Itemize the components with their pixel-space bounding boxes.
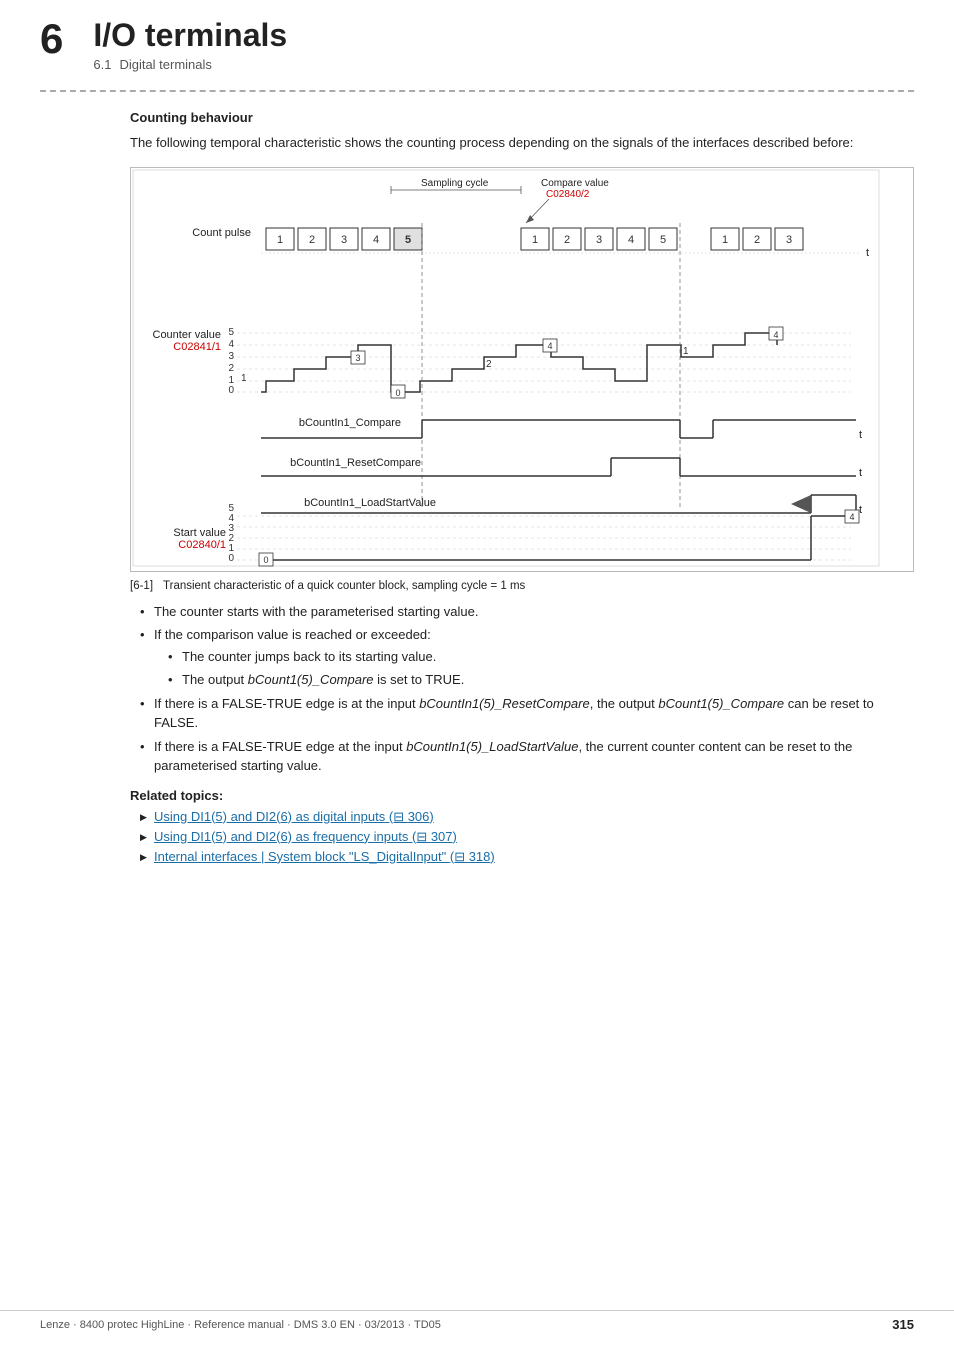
footer-text: Lenze · 8400 protec HighLine · Reference… — [40, 1319, 441, 1331]
chapter-subtitle: 6.1 Digital terminals — [93, 57, 287, 72]
diagram-caption: [6-1] Transient characteristic of a quic… — [130, 580, 914, 592]
svg-text:3: 3 — [228, 351, 234, 362]
page-container: 6 I/O terminals 6.1 Digital terminals Cou… — [0, 0, 954, 1350]
svg-text:4: 4 — [773, 330, 778, 340]
footer-page: 315 — [892, 1317, 914, 1332]
svg-text:5: 5 — [660, 234, 666, 246]
page-ref-2: (⊟ 307) — [412, 829, 457, 844]
svg-text:2: 2 — [486, 359, 492, 370]
header: 6 I/O terminals 6.1 Digital terminals — [0, 0, 954, 72]
svg-text:t: t — [866, 247, 869, 259]
svg-text:2: 2 — [754, 234, 760, 246]
svg-text:1: 1 — [532, 234, 538, 246]
related-item-1[interactable]: Using DI1(5) and DI2(6) as digital input… — [140, 809, 914, 825]
svg-text:2: 2 — [564, 234, 570, 246]
svg-text:C02840/1: C02840/1 — [178, 539, 226, 551]
svg-text:Count pulse: Count pulse — [192, 227, 251, 239]
svg-text:3: 3 — [786, 234, 792, 246]
svg-text:1: 1 — [228, 375, 234, 386]
svg-text:1: 1 — [228, 543, 234, 554]
svg-text:0: 0 — [228, 385, 234, 396]
footer: Lenze · 8400 protec HighLine · Reference… — [0, 1310, 954, 1332]
page-ref-1: (⊟ 306) — [389, 809, 434, 824]
svg-text:5: 5 — [405, 234, 411, 246]
related-link-3[interactable]: Internal interfaces | System block "LS_D… — [154, 849, 495, 864]
chapter-number: 6 — [40, 18, 63, 60]
svg-text:3: 3 — [596, 234, 602, 246]
caption-ref: [6-1] — [130, 580, 153, 592]
related-link-1[interactable]: Using DI1(5) and DI2(6) as digital input… — [154, 809, 434, 824]
svg-text:4: 4 — [849, 512, 854, 522]
related-link-2[interactable]: Using DI1(5) and DI2(6) as frequency inp… — [154, 829, 457, 844]
svg-text:C02841/1: C02841/1 — [173, 341, 221, 353]
svg-text:1: 1 — [241, 373, 247, 384]
chapter-titles: I/O terminals 6.1 Digital terminals — [93, 18, 287, 72]
svg-text:4: 4 — [628, 234, 634, 246]
svg-text:0: 0 — [263, 555, 268, 565]
svg-text:Start value: Start value — [173, 527, 226, 539]
svg-text:4: 4 — [228, 513, 234, 524]
section-title: Digital terminals — [119, 57, 211, 72]
svg-text:4: 4 — [228, 339, 234, 350]
svg-text:bCountIn1_ResetCompare: bCountIn1_ResetCompare — [290, 457, 421, 469]
svg-text:3: 3 — [355, 353, 360, 363]
related-item-2[interactable]: Using DI1(5) and DI2(6) as frequency inp… — [140, 829, 914, 845]
svg-text:t: t — [859, 504, 862, 516]
sub-bullet-item-2: The output bCount1(5)_Compare is set to … — [168, 670, 914, 690]
chapter-title: I/O terminals — [93, 18, 287, 53]
svg-text:1: 1 — [683, 346, 689, 357]
svg-text:1: 1 — [277, 234, 283, 246]
svg-text:1: 1 — [722, 234, 728, 246]
bullet-item-2: If the comparison value is reached or ex… — [140, 625, 914, 690]
svg-text:2: 2 — [309, 234, 315, 246]
svg-text:4: 4 — [373, 234, 379, 246]
intro-text: The following temporal characteristic sh… — [130, 133, 914, 153]
bullet-item-1: The counter starts with the parameterise… — [140, 602, 914, 622]
sub-bullet-item-1: The counter jumps back to its starting v… — [168, 647, 914, 667]
svg-text:bCountIn1_LoadStartValue: bCountIn1_LoadStartValue — [304, 497, 436, 509]
svg-text:3: 3 — [228, 523, 234, 534]
svg-text:Sampling cycle: Sampling cycle — [421, 178, 489, 189]
bullet-list: The counter starts with the parameterise… — [140, 602, 914, 776]
svg-text:0: 0 — [228, 553, 234, 564]
sub-bullet-list: The counter jumps back to its starting v… — [168, 647, 914, 690]
bullet-item-3: If there is a FALSE-TRUE edge is at the … — [140, 694, 914, 733]
svg-text:C02840/2: C02840/2 — [546, 189, 590, 200]
related-list: Using DI1(5) and DI2(6) as digital input… — [140, 809, 914, 865]
timing-diagram: Count pulse Counter value C02841/1 bCoun… — [131, 168, 881, 568]
svg-text:t: t — [859, 429, 862, 441]
page-ref-3: (⊟ 318) — [450, 849, 495, 864]
counting-title: Counting behaviour — [130, 110, 914, 125]
svg-text:4: 4 — [547, 341, 552, 351]
related-item-3[interactable]: Internal interfaces | System block "LS_D… — [140, 849, 914, 865]
content: Counting behaviour The following tempora… — [0, 92, 954, 865]
svg-text:2: 2 — [228, 533, 234, 544]
svg-text:3: 3 — [341, 234, 347, 246]
caption-text: Transient characteristic of a quick coun… — [163, 580, 525, 592]
svg-text:5: 5 — [228, 327, 234, 338]
svg-text:5: 5 — [228, 503, 234, 514]
section-number: 6.1 — [93, 57, 111, 72]
related-title: Related topics: — [130, 788, 914, 803]
svg-text:2: 2 — [228, 363, 234, 374]
svg-text:t: t — [859, 467, 862, 479]
bullet-item-4: If there is a FALSE-TRUE edge at the inp… — [140, 737, 914, 776]
svg-text:bCountIn1_Compare: bCountIn1_Compare — [299, 417, 401, 429]
diagram-container: Count pulse Counter value C02841/1 bCoun… — [130, 167, 914, 572]
svg-text:0: 0 — [395, 388, 400, 398]
svg-text:Compare value: Compare value — [541, 178, 609, 189]
svg-text:Counter value: Counter value — [153, 329, 222, 341]
